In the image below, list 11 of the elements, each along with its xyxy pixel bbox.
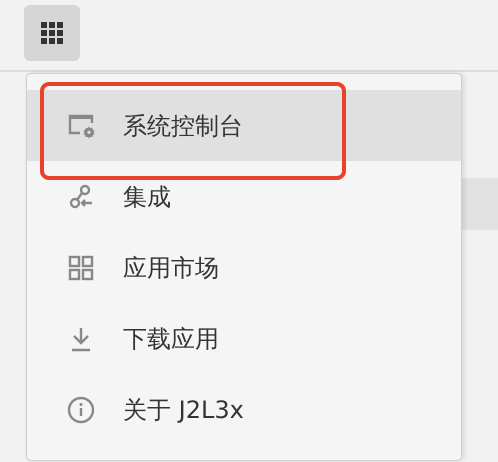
menu-item[interactable]: 集成	[27, 161, 461, 232]
menu-item[interactable]: 应用市场	[27, 232, 461, 303]
apps-button[interactable]	[24, 5, 80, 61]
grid-icon	[41, 22, 63, 44]
menu-item[interactable]: 关于 J2L3x	[27, 374, 461, 445]
link-arrow-icon	[67, 182, 95, 210]
background-row	[462, 178, 498, 230]
menu-item[interactable]: 下载应用	[27, 303, 461, 374]
info-icon	[67, 396, 95, 424]
menu-item[interactable]: 系统控制台	[27, 90, 461, 161]
grid-icon	[67, 254, 95, 282]
